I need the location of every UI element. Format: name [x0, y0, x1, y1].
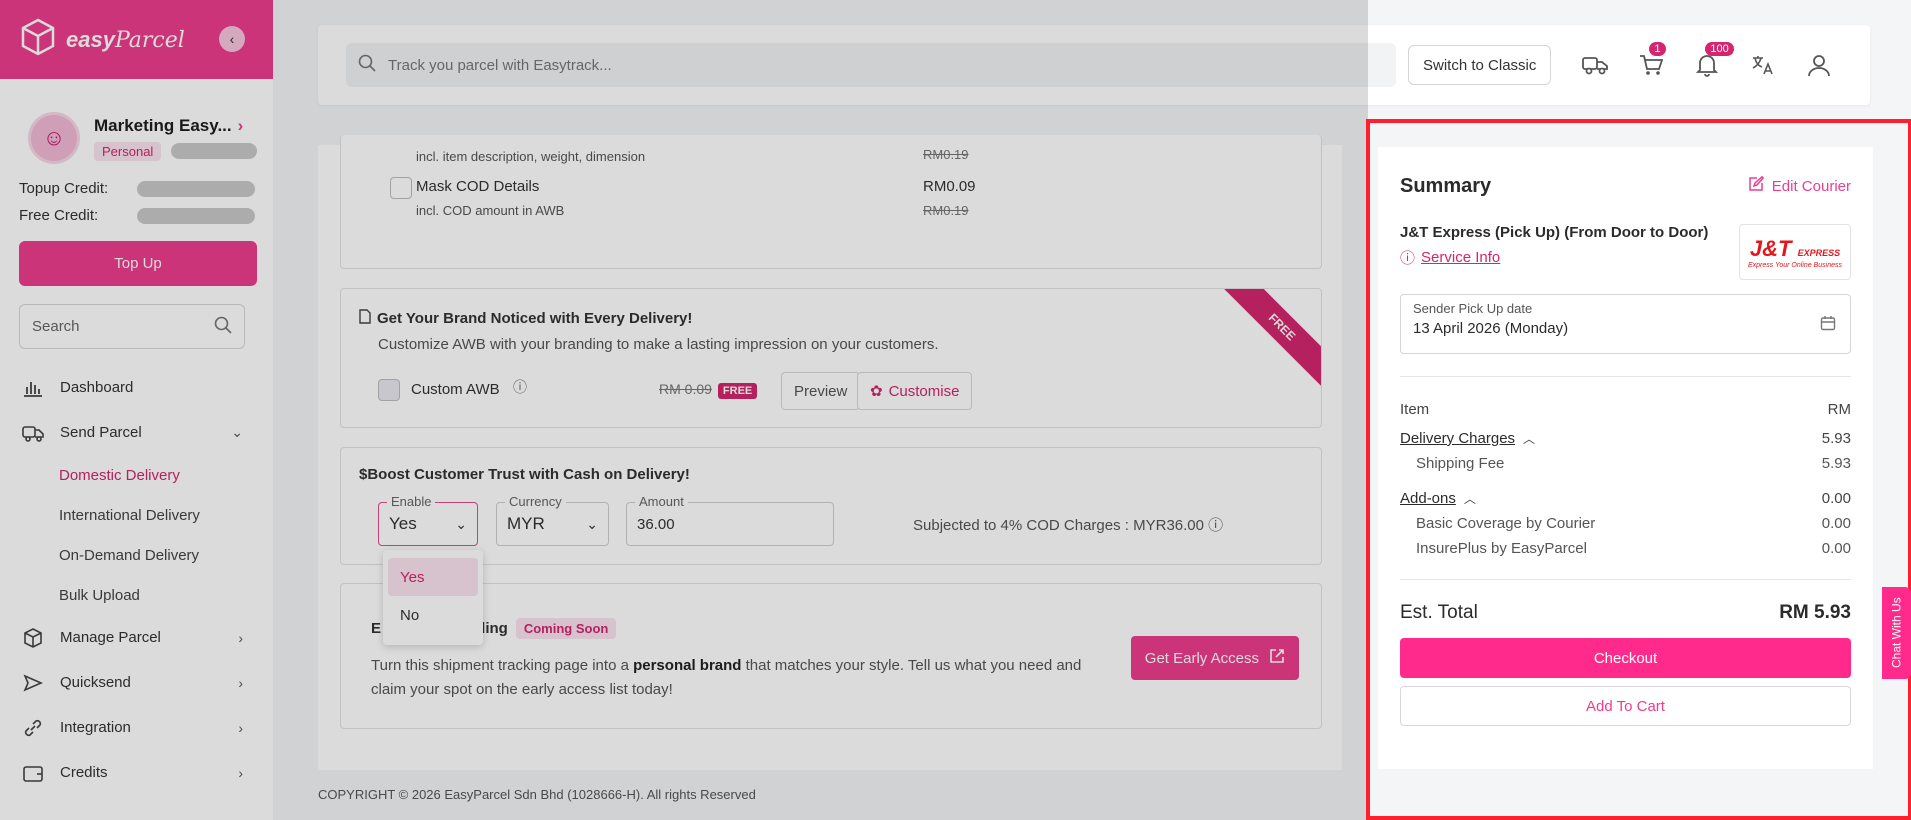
delivery-charges-toggle[interactable]: Delivery Charges	[1400, 430, 1515, 447]
edit-courier-link[interactable]: Edit Courier	[1748, 175, 1851, 196]
dim-overlay	[0, 0, 1368, 820]
cart-badge: 1	[1649, 42, 1666, 56]
notification-badge: 100	[1705, 42, 1734, 56]
currency-label: RM	[1827, 401, 1851, 418]
logo-express: EXPRESS	[1797, 247, 1841, 258]
item-label: Item	[1400, 401, 1430, 418]
info-icon: ⓘ	[1400, 250, 1416, 267]
shipping-fee-row: Shipping Fee 5.93	[1400, 455, 1851, 472]
delivery-charges-label: Delivery Charges	[1400, 430, 1516, 447]
addons-value: 0.00	[1821, 490, 1851, 507]
pickup-date-label: Sender Pick Up date	[1413, 301, 1533, 316]
basic-coverage-value: 0.00	[1821, 515, 1851, 532]
courier-logo: J&T EXPRESS Express Your Online Business	[1739, 224, 1851, 280]
delivery-charges-row[interactable]: Delivery Charges ︿ 5.93	[1400, 430, 1851, 447]
checkout-button[interactable]: Checkout	[1400, 638, 1851, 678]
switch-classic-button[interactable]: Switch to Classic	[1408, 45, 1552, 85]
pickup-date-value: 13 April 2026 (Monday)	[1413, 320, 1569, 337]
delivery-truck-icon[interactable]	[1581, 51, 1609, 79]
insureplus-row: InsurePlus by EasyParcel 0.00	[1400, 540, 1851, 557]
addons-row[interactable]: Add-ons ︿ 0.00	[1400, 490, 1851, 507]
delivery-charges-value: 5.93	[1821, 430, 1851, 447]
courier-name: J&T Express (Pick Up) (From Door to Door…	[1400, 224, 1709, 241]
basic-coverage-row: Basic Coverage by Courier 0.00	[1400, 515, 1851, 532]
translate-icon[interactable]	[1749, 51, 1777, 79]
logo-tagline: Express Your Online Business	[1747, 261, 1843, 269]
pickup-date-field[interactable]: Sender Pick Up date 13 April 2026 (Monda…	[1400, 294, 1851, 354]
addons-label: Add-ons	[1400, 490, 1456, 507]
chevron-up-icon: ︿	[1523, 432, 1536, 446]
insureplus-label: InsurePlus by EasyParcel	[1416, 540, 1587, 557]
addons-toggle[interactable]: Add-ons	[1400, 490, 1456, 507]
insureplus-value: 0.00	[1821, 540, 1851, 557]
est-total-row: Est. Total RM 5.93	[1400, 602, 1851, 624]
edit-icon	[1748, 175, 1765, 196]
summary-highlight-frame: Summary Edit Courier J&T Express (Pick U…	[1366, 119, 1911, 820]
service-info-label: Service Info	[1421, 249, 1501, 266]
est-total-label: Est. Total	[1400, 602, 1478, 623]
est-total-value: RM 5.93	[1779, 602, 1851, 623]
shipping-fee-label: Shipping Fee	[1416, 455, 1505, 472]
chevron-up-icon: ︿	[1463, 492, 1476, 506]
edit-courier-label: Edit Courier	[1771, 177, 1851, 195]
chat-with-us-button[interactable]: Chat With Us	[1882, 587, 1911, 679]
cart-icon[interactable]: 1	[1637, 42, 1666, 79]
summary-panel: Summary Edit Courier J&T Express (Pick U…	[1378, 147, 1873, 769]
bell-icon[interactable]: 100	[1693, 42, 1734, 79]
add-to-cart-button[interactable]: Add To Cart	[1400, 686, 1851, 726]
summary-title: Summary	[1400, 174, 1492, 197]
calendar-icon	[1820, 315, 1836, 336]
shipping-fee-value: 5.93	[1821, 455, 1851, 472]
divider	[1400, 376, 1851, 377]
user-account-icon[interactable]	[1805, 51, 1833, 79]
divider	[1400, 579, 1851, 580]
logo-jt: J&T	[1749, 235, 1792, 261]
basic-coverage-label: Basic Coverage by Courier	[1416, 515, 1596, 532]
courier-info: J&T Express (Pick Up) (From Door to Door…	[1400, 224, 1851, 280]
service-info-link[interactable]: ⓘ Service Info	[1400, 247, 1708, 268]
item-header-row: Item RM	[1400, 401, 1851, 418]
